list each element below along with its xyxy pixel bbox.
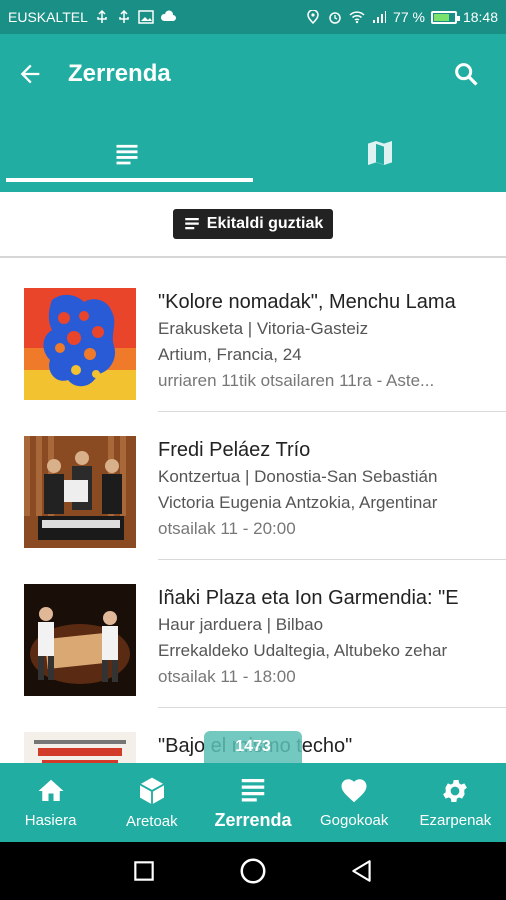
performance-photo: [24, 584, 136, 696]
nav-item-ezarpenak[interactable]: Ezarpenak: [405, 763, 506, 842]
usb-icon: [119, 10, 129, 23]
event-thumbnail: [24, 436, 136, 548]
nav-item-zerrenda[interactable]: Zerrenda: [202, 763, 303, 842]
nav-label: Aretoak: [125, 813, 178, 830]
bottom-nav: Hasiera Aretoak Zerrenda Gogokoak Ezarpe…: [0, 763, 506, 842]
system-nav-bar: [0, 842, 506, 900]
event-venue: Errekaldeko Udaltegia, Altubeko zehar: [158, 641, 448, 660]
view-tabs: [0, 114, 506, 192]
gear-icon: [443, 780, 468, 802]
nav-item-hasiera[interactable]: Hasiera: [0, 763, 101, 842]
event-details: Iñaki Plaza eta Ion Garmendia: "E Haur j…: [158, 584, 506, 690]
result-count-badge: 1473: [204, 731, 302, 763]
filter-label: Ekitaldi guztiak: [206, 215, 324, 232]
battery-fill: [433, 13, 450, 21]
list-icon: [116, 144, 137, 165]
battery-percent: 77 %: [393, 9, 425, 25]
home-icon: [38, 779, 64, 801]
back-triangle-icon[interactable]: [349, 858, 375, 884]
back-button[interactable]: [2, 46, 58, 102]
band-photo: [24, 436, 136, 548]
nav-label: Gogokoak: [320, 812, 389, 829]
event-venue: Artium, Francia, 24: [158, 345, 302, 364]
cube-icon: [139, 777, 165, 805]
location-icon: [307, 10, 319, 24]
home-circle-icon[interactable]: [238, 856, 268, 886]
usb-icon: [97, 10, 107, 23]
event-thumbnail: [24, 732, 136, 763]
status-bar: EUSKALTEL 77 % 18:48: [0, 0, 506, 34]
search-button[interactable]: [446, 54, 486, 94]
signal-icon: [373, 11, 387, 23]
filter-row: Ekitaldi guztiak: [0, 192, 506, 258]
nav-item-gogokoak[interactable]: Gogokoak: [304, 763, 405, 842]
nav-label: Hasiera: [24, 812, 77, 829]
app-bar: Zerrenda: [0, 34, 506, 114]
event-date: otsailak 11 - 20:00: [158, 519, 296, 538]
image-icon: [138, 10, 154, 24]
list-icon: [241, 779, 265, 802]
event-category: Erakusketa | Vitoria-Gasteiz: [158, 319, 369, 338]
nav-item-aretoak[interactable]: Aretoak: [101, 763, 202, 842]
event-thumbnail: [24, 584, 136, 696]
list-item[interactable]: Fredi Peláez Trío Kontzertua | Donostia-…: [0, 408, 506, 560]
event-category: Kontzertua | Donostia-San Sebastián: [158, 467, 438, 486]
event-venue: Victoria Eugenia Antzokia, Argentinar: [158, 493, 438, 512]
battery-icon: [430, 10, 460, 24]
event-list: "Kolore nomadak", Menchu Lama Erakusketa…: [0, 260, 506, 763]
recent-apps-icon[interactable]: [131, 858, 157, 884]
event-category: Haur jarduera | Bilbao: [158, 615, 324, 634]
event-title: "Kolore nomadak", Menchu Lama: [158, 291, 456, 313]
nav-label: Ezarpenak: [419, 812, 492, 829]
list-icon: [185, 218, 199, 230]
page-title: Zerrenda: [68, 60, 171, 87]
poster-image: [24, 732, 136, 763]
alarm-icon: [329, 12, 341, 24]
wifi-icon: [349, 11, 365, 24]
event-thumbnail: [24, 288, 136, 400]
artwork-image: [24, 288, 136, 400]
event-title: Iñaki Plaza eta Ion Garmendia: "E: [158, 587, 459, 609]
search-icon: [455, 63, 478, 86]
event-date: otsailak 11 - 18:00: [158, 667, 296, 686]
tab-list[interactable]: [0, 114, 253, 192]
filter-button[interactable]: Ekitaldi guztiak: [172, 209, 334, 239]
cloud-icon: [160, 10, 176, 21]
list-item[interactable]: "Kolore nomadak", Menchu Lama Erakusketa…: [0, 260, 506, 412]
list-item[interactable]: Iñaki Plaza eta Ion Garmendia: "E Haur j…: [0, 556, 506, 708]
event-title: Fredi Peláez Trío: [158, 439, 311, 461]
tab-map[interactable]: [253, 114, 506, 192]
event-details: "Kolore nomadak", Menchu Lama Erakusketa…: [158, 288, 506, 394]
nav-label: Zerrenda: [214, 810, 292, 830]
clock: 18:48: [462, 9, 498, 25]
map-icon: [367, 141, 392, 165]
arrow-back-icon: [20, 64, 40, 84]
event-date: urriaren 11tik otsailaren 11ra - Aste...: [158, 371, 435, 390]
event-details: Fredi Peláez Trío Kontzertua | Donostia-…: [158, 436, 506, 542]
carrier-label: EUSKALTEL: [8, 9, 88, 25]
heart-icon: [341, 779, 367, 803]
